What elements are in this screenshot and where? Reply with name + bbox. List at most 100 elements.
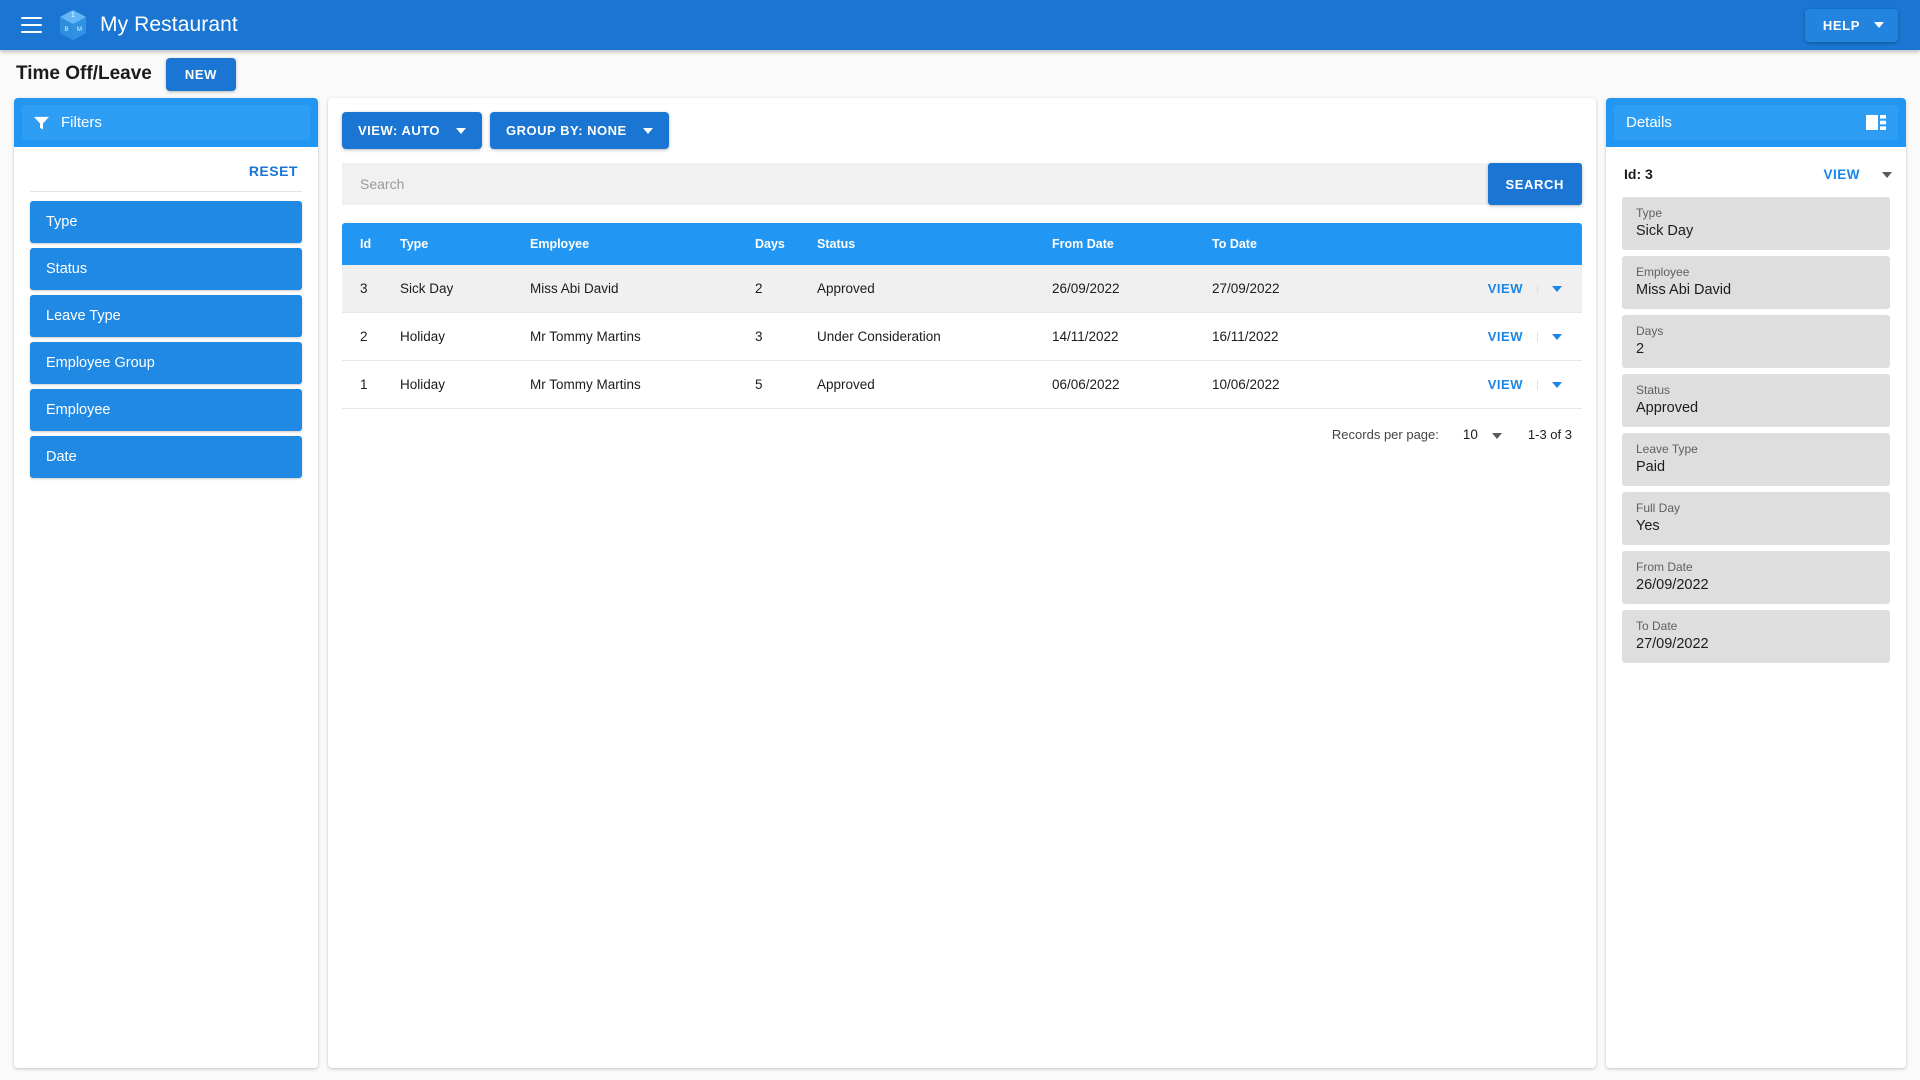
table-row[interactable]: 3 Sick Day Miss Abi David 2 Approved 26/… xyxy=(342,265,1582,313)
filters-panel-title: Filters xyxy=(61,114,102,131)
new-button[interactable]: NEW xyxy=(165,57,237,91)
records-toolbar: VIEW: AUTO GROUP BY: NONE xyxy=(342,112,1582,149)
view-mode-label: VIEW: AUTO xyxy=(358,123,441,138)
records-table: Id Type Employee Days Status From Date T… xyxy=(342,223,1582,409)
column-header-from-date[interactable]: From Date xyxy=(1052,223,1212,265)
page-layout: Filters RESET Type Status Leave Type Emp… xyxy=(0,98,1920,1080)
filter-item-date[interactable]: Date xyxy=(30,436,302,478)
filter-item-employee-group[interactable]: Employee Group xyxy=(30,342,302,384)
field-value: 27/09/2022 xyxy=(1636,636,1709,652)
details-field-full-day: Full Day Yes xyxy=(1622,492,1890,545)
pagination-range: 1-3 of 3 xyxy=(1527,427,1572,442)
app-logo-icon: 1 B M xyxy=(60,10,86,40)
field-label: Status xyxy=(1636,383,1671,397)
page-title-bar: Time Off/Leave NEW xyxy=(0,50,1920,98)
records-table-body: 3 Sick Day Miss Abi David 2 Approved 26/… xyxy=(342,265,1582,409)
table-header-row: Id Type Employee Days Status From Date T… xyxy=(342,223,1582,265)
filters-panel: Filters RESET Type Status Leave Type Emp… xyxy=(14,98,318,1068)
filter-item-status[interactable]: Status xyxy=(30,248,302,290)
group-by-label: GROUP BY: NONE xyxy=(506,123,627,138)
reset-button[interactable]: RESET xyxy=(249,163,298,179)
field-value: Paid xyxy=(1636,459,1666,475)
cell-type: Holiday xyxy=(400,312,530,361)
records-table-head: Id Type Employee Days Status From Date T… xyxy=(342,223,1582,265)
help-button-label: HELP xyxy=(1822,17,1860,33)
cell-to-date: 16/11/2022 xyxy=(1212,312,1387,361)
details-record-id: Id: 3 xyxy=(1624,166,1653,182)
cell-to-date: 10/06/2022 xyxy=(1212,360,1387,409)
table-row[interactable]: 1 Holiday Mr Tommy Martins 5 Approved 06… xyxy=(342,360,1582,409)
field-value: Yes xyxy=(1636,518,1660,534)
field-label: Days xyxy=(1636,324,1664,338)
app-title: My Restaurant xyxy=(100,13,238,36)
help-button[interactable]: HELP xyxy=(1804,8,1898,42)
records-per-page-label: Records per page: xyxy=(1331,427,1439,442)
svg-text:B: B xyxy=(64,27,68,33)
cell-actions: VIEW xyxy=(1387,312,1582,361)
row-view-button[interactable]: VIEW xyxy=(1474,375,1537,394)
cell-employee: Mr Tommy Martins xyxy=(530,312,755,361)
column-header-type[interactable]: Type xyxy=(400,223,530,265)
filter-item-leave-type[interactable]: Leave Type xyxy=(30,295,302,337)
cell-actions: VIEW xyxy=(1387,265,1582,313)
row-view-button[interactable]: VIEW xyxy=(1474,279,1537,298)
layout-toggle-icon[interactable] xyxy=(1866,114,1886,131)
field-label: Leave Type xyxy=(1636,442,1698,456)
search-button[interactable]: SEARCH xyxy=(1487,163,1582,205)
cell-from-date: 14/11/2022 xyxy=(1052,312,1212,361)
cell-type: Holiday xyxy=(400,360,530,409)
cell-id: 3 xyxy=(342,265,400,313)
details-actions: VIEW xyxy=(1823,165,1892,183)
table-row[interactable]: 2 Holiday Mr Tommy Martins 3 Under Consi… xyxy=(342,312,1582,361)
records-per-page-chevron-down-icon[interactable] xyxy=(1491,427,1502,442)
menu-icon[interactable] xyxy=(14,8,48,42)
details-field-to-date: To Date 27/09/2022 xyxy=(1622,610,1890,663)
details-view-button[interactable]: VIEW xyxy=(1823,167,1860,182)
details-field-leave-type: Leave Type Paid xyxy=(1622,433,1890,486)
filter-icon xyxy=(34,116,49,130)
filter-item-type[interactable]: Type xyxy=(30,201,302,243)
details-field-from-date: From Date 26/09/2022 xyxy=(1622,551,1890,604)
filter-list: Type Status Leave Type Employee Group Em… xyxy=(14,192,318,483)
column-header-id[interactable]: Id xyxy=(342,223,400,265)
page-title: Time Off/Leave xyxy=(16,63,152,84)
svg-text:M: M xyxy=(77,27,82,33)
group-by-button[interactable]: GROUP BY: NONE xyxy=(490,112,669,149)
field-label: From Date xyxy=(1636,560,1693,574)
records-per-page-value[interactable]: 10 xyxy=(1463,427,1478,442)
cell-days: 2 xyxy=(755,265,817,313)
details-panel: Details Id: 3 VIEW Type Sick Day Employe… xyxy=(1606,98,1906,1068)
cell-from-date: 26/09/2022 xyxy=(1052,265,1212,313)
search-row: SEARCH xyxy=(342,163,1582,205)
filters-reset-row: RESET xyxy=(14,147,318,191)
view-mode-button[interactable]: VIEW: AUTO xyxy=(342,112,483,149)
row-menu-chevron-down-icon[interactable] xyxy=(1537,331,1576,342)
column-header-employee[interactable]: Employee xyxy=(530,223,755,265)
pagination-bar: Records per page: 10 1-3 of 3 xyxy=(342,409,1582,460)
svg-text:1: 1 xyxy=(71,12,75,19)
column-header-to-date[interactable]: To Date xyxy=(1212,223,1387,265)
cell-employee: Miss Abi David xyxy=(530,265,755,313)
cell-status: Approved xyxy=(817,360,1052,409)
row-menu-chevron-down-icon[interactable] xyxy=(1537,283,1576,294)
chevron-down-icon xyxy=(456,127,467,134)
details-menu-chevron-down-icon[interactable] xyxy=(1882,165,1892,183)
field-value: Sick Day xyxy=(1636,223,1694,239)
details-panel-title: Details xyxy=(1626,114,1672,131)
row-menu-chevron-down-icon[interactable] xyxy=(1537,379,1576,390)
field-label: Employee xyxy=(1636,265,1690,279)
search-input[interactable] xyxy=(342,163,1488,205)
cell-id: 2 xyxy=(342,312,400,361)
filters-panel-header: Filters xyxy=(14,98,318,147)
field-value: Miss Abi David xyxy=(1636,282,1732,298)
details-field-employee: Employee Miss Abi David xyxy=(1622,256,1890,309)
column-header-status[interactable]: Status xyxy=(817,223,1052,265)
field-value: 2 xyxy=(1636,341,1645,357)
column-header-actions xyxy=(1387,223,1582,265)
details-panel-header: Details xyxy=(1606,98,1906,147)
row-view-button[interactable]: VIEW xyxy=(1474,327,1537,346)
filter-item-employee[interactable]: Employee xyxy=(30,389,302,431)
field-label: Type xyxy=(1636,206,1663,220)
column-header-days[interactable]: Days xyxy=(755,223,817,265)
records-card: VIEW: AUTO GROUP BY: NONE SEARCH Id Type xyxy=(328,98,1596,1068)
